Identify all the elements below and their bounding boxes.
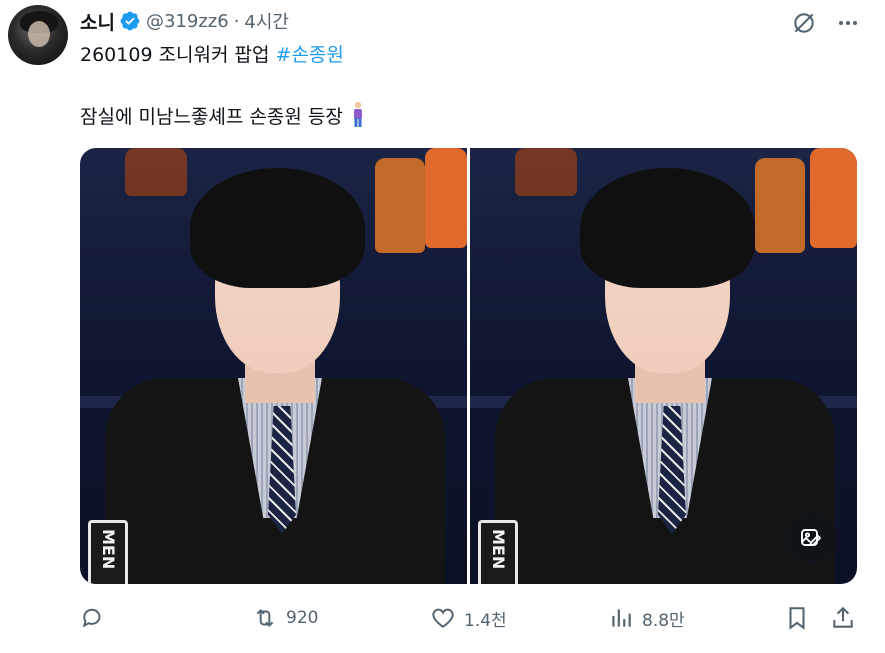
retweet-icon — [256, 609, 274, 627]
photo-1[interactable]: MEN — [80, 148, 467, 584]
photo-2[interactable]: MEN — [470, 148, 857, 584]
retweet-count: 920 — [286, 608, 319, 628]
user-handle[interactable]: @319zz6 — [146, 11, 229, 32]
tweet-media: MEN MEN — [80, 148, 857, 584]
tweet-text-line-1: 260109 조니워커 팝업 #손종원 — [80, 40, 344, 67]
verified-icon — [119, 10, 141, 32]
views-button[interactable]: 8.8만 — [608, 600, 685, 636]
name-badge: MEN — [478, 520, 518, 584]
share-icon — [833, 606, 853, 628]
like-icon — [432, 608, 454, 628]
hashtag-link[interactable]: #손종원 — [276, 44, 344, 66]
reply-button[interactable] — [80, 600, 114, 636]
tweet-actions: 920 1.4천 8.8만 — [80, 600, 860, 636]
reply-icon — [82, 608, 101, 628]
person-standing-emoji — [349, 101, 367, 129]
tweet-text-2: 잠실에 미남느좋셰프 손종원 등장 — [80, 105, 343, 128]
edit-image-button[interactable] — [785, 512, 837, 564]
tweet-text-line-2: 잠실에 미남느좋셰프 손종원 등장 — [80, 101, 367, 129]
like-count: 1.4천 — [464, 610, 507, 631]
avatar[interactable] — [8, 5, 68, 65]
tweet-header: 소니 @319zz6 · 4시간 — [80, 8, 289, 34]
like-button[interactable]: 1.4천 — [430, 600, 507, 636]
grok-icon[interactable] — [789, 8, 819, 38]
timestamp[interactable]: 4시간 — [244, 8, 289, 34]
retweet-button[interactable]: 920 — [252, 600, 318, 636]
separator-dot: · — [233, 10, 240, 32]
views-icon — [612, 609, 631, 627]
display-name[interactable]: 소니 — [80, 8, 115, 35]
edit-image-icon — [801, 529, 822, 546]
share-button[interactable] — [830, 600, 856, 636]
tweet-text: 260109 조니워커 팝업 — [80, 44, 276, 66]
more-icon[interactable] — [833, 8, 863, 38]
bookmark-button[interactable] — [784, 600, 810, 636]
name-badge: MEN — [88, 520, 128, 584]
view-count: 8.8만 — [642, 610, 685, 631]
top-actions — [789, 8, 863, 38]
bookmark-icon — [789, 607, 805, 630]
